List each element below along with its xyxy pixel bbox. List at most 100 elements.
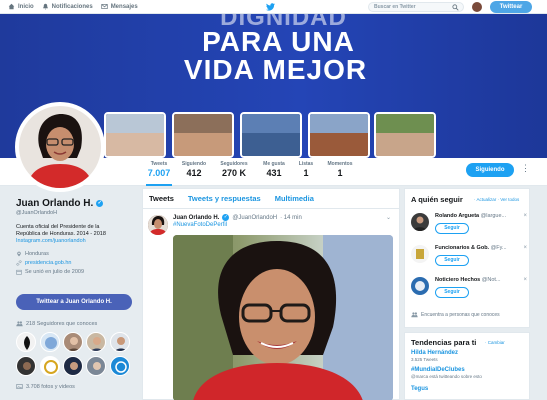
stat-moments[interactable]: Momentos 1 bbox=[324, 161, 356, 178]
more-options-icon[interactable]: ⋮ bbox=[521, 163, 530, 174]
tab-media[interactable]: Multimedia bbox=[275, 194, 314, 203]
trend-item[interactable]: Tegus bbox=[411, 386, 428, 392]
banner-photo-5 bbox=[374, 112, 436, 158]
stat-label: Tweets bbox=[150, 161, 168, 167]
follow-button[interactable]: Seguir bbox=[435, 255, 469, 266]
nav-messages[interactable]: Mensajes bbox=[101, 3, 138, 10]
tweet-media-photo[interactable] bbox=[173, 235, 393, 400]
image-icon bbox=[16, 384, 23, 389]
tweet-hashtag[interactable]: #NuevaFotoDePerfil bbox=[173, 222, 393, 228]
nav-notifications[interactable]: Notificaciones bbox=[42, 3, 93, 10]
follower-avatar[interactable] bbox=[63, 332, 83, 352]
chevron-down-icon[interactable]: ⌄ bbox=[386, 214, 391, 221]
follower-avatar[interactable] bbox=[16, 332, 36, 352]
calendar-icon bbox=[16, 269, 22, 275]
suggestion-name-row: Rolando Argueta @largue... bbox=[435, 213, 506, 219]
nav-messages-label: Mensajes bbox=[110, 3, 138, 10]
banner-photo-3 bbox=[240, 112, 302, 158]
follower-avatar[interactable] bbox=[63, 356, 83, 376]
twitter-bird-icon[interactable] bbox=[266, 3, 275, 11]
stat-tweets[interactable]: Tweets 7.007 bbox=[146, 161, 172, 186]
stat-following[interactable]: Siguiendo 412 bbox=[180, 161, 208, 178]
trends-change-link[interactable]: · Cambiar bbox=[485, 340, 505, 345]
tweet-avatar[interactable] bbox=[148, 215, 168, 235]
stat-likes[interactable]: Me gusta 431 bbox=[260, 161, 288, 178]
suggestion-item: Funcionarios & Gob. @Fy... Seguir × bbox=[411, 243, 527, 273]
follow-button[interactable]: Seguir bbox=[435, 287, 469, 298]
suggestion-handle: @Fy... bbox=[490, 245, 507, 251]
who-to-follow-actions[interactable]: · Actualizar · Ver todos bbox=[474, 197, 519, 202]
follower-avatar[interactable] bbox=[40, 332, 60, 352]
stat-value: 270 K bbox=[221, 168, 247, 178]
dismiss-icon[interactable]: × bbox=[523, 245, 527, 251]
photos-videos-link[interactable]: 3.708 fotos y videos bbox=[16, 383, 75, 390]
follower-avatar[interactable] bbox=[86, 332, 106, 352]
nav-home[interactable]: Inicio bbox=[8, 3, 34, 10]
media-portrait-illustration bbox=[173, 235, 393, 400]
banner-photo-4 bbox=[308, 112, 370, 158]
suggestion-name[interactable]: Noticiero Hechos bbox=[435, 277, 480, 283]
known-followers[interactable]: 218 Seguidores que conoces bbox=[16, 320, 97, 327]
tweet[interactable]: Juan Orlando H. ✓ @JuanOrlandoH · 14 min… bbox=[143, 209, 399, 235]
profile-name-row: Juan Orlando H. ✓ bbox=[16, 198, 134, 209]
search-placeholder: Buscar en Twitter bbox=[374, 4, 416, 10]
top-navigation: Inicio Notificaciones Mensajes Buscar en… bbox=[0, 0, 547, 14]
stat-value: 7.007 bbox=[147, 168, 171, 178]
search-icon[interactable] bbox=[452, 4, 459, 11]
tab-tweets-replies[interactable]: Tweets y respuestas bbox=[188, 194, 261, 203]
profile-website: presidencia.gob.hn bbox=[16, 260, 134, 266]
trends-title: Tendencias para ti bbox=[411, 338, 477, 347]
search-input[interactable]: Buscar en Twitter bbox=[368, 2, 464, 12]
envelope-icon bbox=[101, 4, 108, 9]
find-people-text: Encuentra a personas que conoces bbox=[421, 311, 500, 318]
stat-label: Siguiendo bbox=[181, 161, 207, 167]
account-avatar[interactable] bbox=[472, 2, 482, 12]
following-button[interactable]: Siguiendo bbox=[466, 163, 514, 177]
tweet-timestamp[interactable]: · 14 min bbox=[280, 215, 302, 221]
stat-value: 431 bbox=[266, 168, 282, 178]
tab-tweets[interactable]: Tweets bbox=[149, 194, 174, 203]
tweet-author-name[interactable]: Juan Orlando H. bbox=[173, 215, 219, 221]
follower-avatar[interactable] bbox=[16, 356, 36, 376]
follower-avatar[interactable] bbox=[110, 332, 130, 352]
stat-label: Me gusta bbox=[263, 161, 285, 167]
profile-name[interactable]: Juan Orlando H. bbox=[16, 198, 93, 209]
trend-item[interactable]: Hilda Hernández 3.525 Tweets bbox=[411, 350, 458, 362]
trend-subtext: 3.525 Tweets bbox=[411, 357, 438, 362]
bio-link[interactable]: Instagram.com/juanorlandoh bbox=[16, 238, 134, 245]
profile-location: Honduras bbox=[16, 251, 134, 257]
stat-value: 412 bbox=[186, 168, 202, 178]
tweet-to-button[interactable]: Twittear a Juan Orlando H. bbox=[16, 294, 132, 310]
suggestion-avatar[interactable] bbox=[411, 213, 429, 231]
stat-lists[interactable]: Listas 1 bbox=[296, 161, 316, 178]
follower-avatar[interactable] bbox=[40, 356, 60, 376]
stat-value: 1 bbox=[337, 168, 343, 178]
suggestion-name[interactable]: Funcionarios & Gob. bbox=[435, 245, 489, 251]
follow-button[interactable]: Seguir bbox=[435, 223, 469, 234]
follower-avatar[interactable] bbox=[86, 356, 106, 376]
dismiss-icon[interactable]: × bbox=[523, 213, 527, 219]
who-to-follow-panel: A quién seguir · Actualizar · Ver todos … bbox=[404, 188, 530, 328]
stat-followers[interactable]: Seguidores 270 K bbox=[218, 161, 250, 178]
joined-text: Se unió en julio de 2009 bbox=[25, 269, 85, 275]
tweet-author-handle[interactable]: @JuanOrlandoH bbox=[232, 215, 277, 221]
dismiss-icon[interactable]: × bbox=[523, 277, 527, 283]
compose-tweet-button[interactable]: Twittear bbox=[490, 1, 532, 13]
bio-line: República de Honduras. 2014 - 2018 bbox=[16, 231, 106, 237]
nav-notifications-label: Notificaciones bbox=[51, 3, 93, 10]
website-link[interactable]: presidencia.gob.hn bbox=[25, 260, 71, 266]
stat-label: Momentos bbox=[327, 161, 353, 167]
suggestion-avatar[interactable] bbox=[411, 245, 429, 263]
suggestion-avatar[interactable] bbox=[411, 277, 429, 295]
find-people-link[interactable]: Encuentra a personas que conoces bbox=[411, 311, 500, 318]
link-icon bbox=[16, 260, 22, 266]
suggestion-name-row: Funcionarios & Gob. @Fy... bbox=[435, 245, 507, 251]
banner-photo-2 bbox=[172, 112, 234, 158]
trend-item[interactable]: #MundialDeClubes @marca está twitteando … bbox=[411, 367, 482, 379]
nav-home-label: Inicio bbox=[18, 3, 34, 10]
follower-avatar[interactable] bbox=[110, 356, 130, 376]
suggestion-name[interactable]: Rolando Argueta bbox=[435, 213, 479, 219]
location-text: Honduras bbox=[25, 251, 49, 257]
profile-handle[interactable]: @JuanOrlandoH bbox=[16, 210, 134, 216]
profile-avatar[interactable] bbox=[15, 102, 105, 192]
